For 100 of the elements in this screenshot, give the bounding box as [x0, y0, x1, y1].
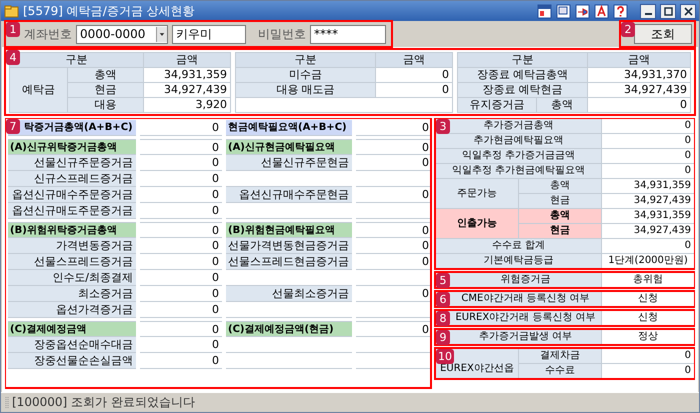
- row-label: 대용: [68, 98, 143, 112]
- maximize-icon: [664, 6, 672, 16]
- pin-icon[interactable]: [575, 4, 590, 18]
- amount-cell: 0: [602, 349, 694, 363]
- status-cell: 정상: [602, 330, 694, 344]
- row-label: 옵션가격증거금: [8, 302, 136, 318]
- close-icon: [684, 6, 692, 16]
- amount-cell: 0: [602, 134, 694, 148]
- row-label: 유지증거금: [458, 98, 536, 112]
- row-label: 대용 매도금: [236, 83, 375, 97]
- help-icon[interactable]: [613, 4, 628, 18]
- step-badge: 6: [436, 292, 450, 307]
- row-label: 예탁금: [10, 68, 67, 112]
- amount-cell: 0: [140, 302, 222, 318]
- step-badge: 3: [436, 119, 450, 134]
- row-label: 총액: [537, 98, 587, 112]
- row-label: 현금: [68, 83, 143, 97]
- status-message: [100000] 조회가 완료되었습니다: [12, 394, 195, 411]
- close-button[interactable]: [680, 4, 696, 18]
- row-label: 선물신규주문현금: [226, 155, 352, 171]
- step-badge: 9: [436, 330, 450, 345]
- row-label: 최소증거금: [8, 286, 136, 302]
- amount-cell: 0: [140, 187, 222, 203]
- amount-cell: 34,927,439: [144, 83, 230, 97]
- row-label: 익일추정 추가현금예탁필요액: [436, 164, 601, 178]
- amount-cell: 34,931,359: [602, 179, 694, 193]
- step-badge: 7: [6, 119, 20, 134]
- password-label: 비밀번호: [258, 26, 306, 42]
- amount-cell: 0: [140, 171, 222, 187]
- amount-cell: 0: [376, 83, 452, 97]
- row-label: 장중옵션순매수대금: [8, 337, 136, 353]
- amount-cell: 0: [602, 119, 694, 133]
- search-button[interactable]: 조회: [634, 24, 692, 44]
- amount-cell: 0: [602, 164, 694, 178]
- row-label: (A)신규위탁증거금총액: [8, 139, 136, 155]
- row-label: 기본예탁금등급: [436, 254, 601, 268]
- step-badge: 5: [436, 273, 450, 288]
- grip-icon: [5, 396, 9, 410]
- amount-cell: 0: [376, 68, 452, 82]
- amount-cell: 34,927,439: [602, 194, 694, 208]
- amount-cell: 0: [356, 187, 432, 203]
- amount-cell: 34,931,370: [588, 68, 690, 82]
- row-label: 인수도/최종결제: [8, 270, 136, 286]
- step-badge: 1: [6, 22, 20, 37]
- row-label: 선물스프레드증거금: [8, 254, 136, 270]
- password-field[interactable]: ****: [310, 24, 386, 44]
- row-label: 장종료 예탁현금: [458, 83, 587, 97]
- amount-cell: 0: [140, 254, 222, 270]
- amount-cell: 0: [140, 222, 222, 238]
- group-label: 인출가능: [436, 209, 518, 238]
- status-cell: 1단계(2000만원): [602, 254, 694, 268]
- row-label: 선물스프레드현금증거금: [226, 254, 352, 270]
- row-label: 옵션신규매수주문증거금: [8, 187, 136, 203]
- name-field[interactable]: 키우미: [172, 24, 246, 44]
- row-label: 현금: [519, 194, 601, 208]
- amount-cell: 0: [356, 286, 432, 302]
- column-header: 금액: [588, 53, 690, 67]
- minimize-icon: [644, 12, 652, 14]
- caret-icon: [156, 26, 167, 42]
- row-label: 추가현금예탁필요액: [436, 134, 601, 148]
- row-label: 옵션신규매수주문현금: [226, 187, 352, 203]
- row-label: 선물신규주문증거금: [8, 155, 136, 171]
- row-label: 수수료 합계: [436, 239, 601, 253]
- amount-cell: 0: [140, 321, 222, 337]
- row-label: (A)신규현금예탁필요액: [226, 139, 352, 155]
- window-icon[interactable]: [537, 4, 552, 18]
- font-icon[interactable]: [594, 4, 609, 18]
- status-cell: 신청: [602, 311, 694, 325]
- row-label: 옵션신규매도주문증거금: [8, 203, 136, 219]
- amount-cell: 0: [140, 203, 222, 219]
- amount-cell: 0: [140, 139, 222, 155]
- minimize-button[interactable]: [640, 4, 656, 18]
- copy-icon[interactable]: [556, 4, 571, 18]
- row-label: 결제차금: [519, 349, 601, 363]
- amount-cell: 34,931,359: [602, 209, 694, 223]
- column-header: 금액: [144, 53, 230, 67]
- status-cell: 신청: [602, 292, 694, 306]
- column-header: 구분: [236, 53, 375, 67]
- row-label: 가격변동증거금: [8, 238, 136, 254]
- amount-cell: 34,927,439: [602, 224, 694, 238]
- amount-cell: 0: [356, 321, 432, 337]
- amount-cell: 34,927,439: [588, 83, 690, 97]
- amount-cell: 0: [140, 155, 222, 171]
- row-label: 현금: [519, 224, 601, 238]
- maximize-button[interactable]: [660, 4, 676, 18]
- amount-cell: 0: [602, 149, 694, 163]
- row-label: 익일추정 추가증거금금액: [436, 149, 601, 163]
- amount-cell: 0: [356, 222, 432, 238]
- step-badge: 8: [436, 311, 450, 326]
- amount-cell: 0: [140, 238, 222, 254]
- row-label: 총액: [68, 68, 143, 82]
- row-label: 신규스프레드증거금: [8, 171, 136, 187]
- account-select[interactable]: 0000-0000: [76, 24, 168, 44]
- group-label: 주문가능: [436, 179, 518, 208]
- folder-icon: [4, 4, 19, 18]
- row-label: 수수료: [519, 364, 601, 378]
- amount-cell: 0: [140, 286, 222, 302]
- amount-cell: 0: [356, 155, 432, 171]
- row-label: (B)위험위탁증거금총액: [8, 222, 136, 238]
- amount-cell: 0: [588, 98, 690, 112]
